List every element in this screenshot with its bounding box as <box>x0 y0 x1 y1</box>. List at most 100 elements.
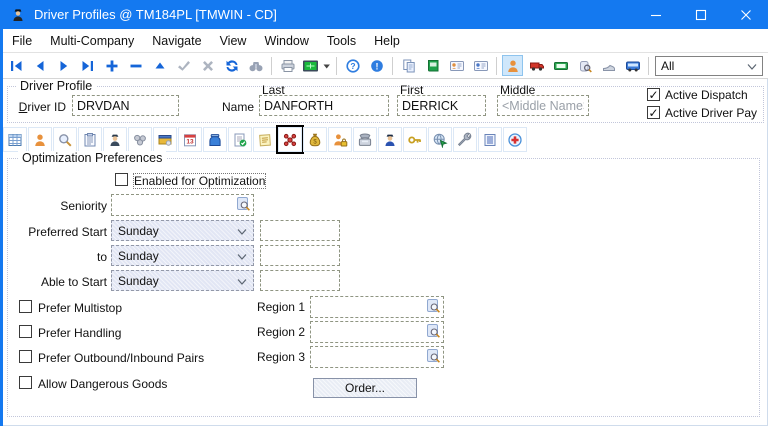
menu-item-tools[interactable]: Tools <box>318 34 365 48</box>
optimization-network-tab[interactable] <box>278 127 302 152</box>
chauffeur-tab[interactable] <box>103 127 127 152</box>
calendar-tab[interactable]: 13 <box>178 127 202 152</box>
person-tab[interactable] <box>28 127 52 152</box>
officer-tab[interactable] <box>378 127 402 152</box>
nav-first-icon[interactable] <box>5 55 26 76</box>
filter-dropdown[interactable]: All <box>655 56 763 76</box>
key-tab[interactable] <box>403 127 427 152</box>
add-record-icon[interactable] <box>101 55 122 76</box>
menu-item-view[interactable]: View <box>211 34 256 48</box>
window-controls <box>633 0 768 29</box>
bus-icon[interactable] <box>622 55 643 76</box>
driver-profile-icon[interactable] <box>502 55 523 76</box>
trailer-icon[interactable] <box>550 55 571 76</box>
help-icon[interactable]: ? <box>342 55 363 76</box>
to-label: to <box>8 250 107 264</box>
session-monitor-icon[interactable] <box>301 55 331 76</box>
optimization-preferences-group-label: Optimization Preferences <box>18 151 166 165</box>
first-aid-tab[interactable] <box>503 127 527 152</box>
region-2-field <box>310 321 444 343</box>
cookie-jar-tab[interactable] <box>203 127 227 152</box>
refresh-icon[interactable] <box>221 55 242 76</box>
save-check-icon[interactable] <box>173 55 194 76</box>
driver-id-input[interactable] <box>72 95 179 116</box>
maximize-button[interactable] <box>678 0 723 29</box>
search-tab[interactable] <box>53 127 77 152</box>
about-info-icon[interactable]: ! <box>366 55 387 76</box>
prefer-multistop-checkbox[interactable] <box>19 300 32 313</box>
toolbar-separator <box>336 57 337 75</box>
chevron-down-icon <box>237 224 247 238</box>
person-lock-tab[interactable] <box>328 127 352 152</box>
phone-tab[interactable] <box>353 127 377 152</box>
region-3-lookup-icon[interactable] <box>427 349 441 364</box>
wrench-tab[interactable] <box>453 127 477 152</box>
print-icon[interactable] <box>277 55 298 76</box>
carrier-search-icon[interactable] <box>574 55 595 76</box>
region-2-lookup-icon[interactable] <box>427 324 441 339</box>
able-to-start-day-select[interactable]: Sunday <box>111 270 254 291</box>
seniority-lookup-icon[interactable] <box>237 197 251 212</box>
id-card-front-icon[interactable] <box>446 55 467 76</box>
menu-item-file[interactable]: File <box>3 34 41 48</box>
preferred-start-time-input[interactable] <box>260 220 340 241</box>
nav-last-icon[interactable] <box>77 55 98 76</box>
document-check-tab[interactable] <box>228 127 252 152</box>
close-button[interactable] <box>723 0 768 29</box>
notes-tab[interactable] <box>253 127 277 152</box>
prefer-handling-checkbox[interactable] <box>19 325 32 338</box>
clipboard-tab[interactable] <box>78 127 102 152</box>
region-1-input[interactable] <box>311 297 443 317</box>
first-name-input[interactable] <box>397 95 486 116</box>
active-dispatch-checkbox[interactable]: ✓ <box>647 88 660 101</box>
region-3-input[interactable] <box>311 347 443 367</box>
to-time-input[interactable] <box>260 245 340 266</box>
svg-text:!: ! <box>375 61 378 71</box>
region-1-lookup-icon[interactable] <box>427 299 441 314</box>
region-2-input[interactable] <box>311 322 443 342</box>
seniority-input[interactable] <box>112 195 253 215</box>
menu-item-window[interactable]: Window <box>255 34 317 48</box>
grid-table-tab[interactable] <box>3 127 27 152</box>
globe-export-tab[interactable] <box>428 127 452 152</box>
middle-name-input[interactable] <box>497 95 589 116</box>
menu-item-multi-company[interactable]: Multi-Company <box>41 34 143 48</box>
active-driver-pay-label: Active Driver Pay <box>665 106 757 120</box>
menu-item-navigate[interactable]: Navigate <box>143 34 210 48</box>
address-book-icon[interactable] <box>422 55 443 76</box>
able-to-start-label: Able to Start <box>8 275 107 289</box>
find-binoculars-icon[interactable] <box>245 55 266 76</box>
profile-tab-strip: 13 $ <box>3 127 527 152</box>
minimize-button[interactable] <box>633 0 678 29</box>
report-list-tab[interactable] <box>478 127 502 152</box>
preferred-start-day-select[interactable]: Sunday <box>111 220 254 241</box>
nav-next-icon[interactable] <box>53 55 74 76</box>
allow-dangerous-goods-checkbox[interactable] <box>19 376 32 389</box>
coins-tab[interactable] <box>128 127 152 152</box>
order-button[interactable]: Order... <box>313 378 417 398</box>
cancel-x-icon[interactable] <box>197 55 218 76</box>
truck-icon[interactable] <box>526 55 547 76</box>
active-driver-pay-checkbox[interactable]: ✓ <box>647 106 660 119</box>
chevron-down-icon <box>237 249 247 263</box>
nav-prev-icon[interactable] <box>29 55 50 76</box>
to-day-select[interactable]: Sunday <box>111 245 254 266</box>
pay-box-tab[interactable] <box>153 127 177 152</box>
last-name-input[interactable] <box>259 95 389 116</box>
money-bag-tab[interactable]: $ <box>303 127 327 152</box>
prefer-outbound-inbound-checkbox[interactable] <box>19 350 32 363</box>
seniority-label: Seniority <box>8 199 107 213</box>
id-card-back-icon[interactable] <box>470 55 491 76</box>
copy-profile-icon[interactable] <box>398 55 419 76</box>
driver-profile-group-label: Driver Profile <box>16 79 96 93</box>
delete-record-icon[interactable] <box>125 55 146 76</box>
move-up-icon[interactable] <box>149 55 170 76</box>
active-dispatch-label: Active Dispatch <box>665 88 748 102</box>
boot-icon[interactable] <box>598 55 619 76</box>
menu-item-help[interactable]: Help <box>365 34 409 48</box>
title-bar: Driver Profiles @ TM184PL [TMWIN - CD] <box>0 0 768 29</box>
enabled-for-optimization-checkbox[interactable] <box>115 173 128 186</box>
filter-value: All <box>661 59 674 73</box>
region-1-field <box>310 296 444 318</box>
able-to-start-time-input[interactable] <box>260 270 340 291</box>
